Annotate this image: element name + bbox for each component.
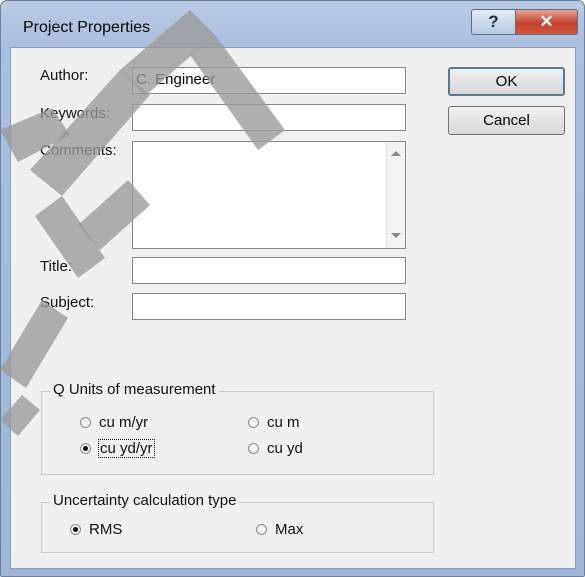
title-field[interactable] (132, 257, 406, 284)
radio-cu-yd[interactable]: cu yd (248, 440, 303, 457)
comments-scrollbar[interactable] (386, 142, 405, 248)
radio-max[interactable]: Max (256, 521, 303, 538)
author-field[interactable]: C. Engineer (132, 67, 406, 94)
author-label: Author: (40, 67, 89, 84)
units-of-measurement-group: Q Units of measurement cu m/yr cu m cu y… (41, 381, 434, 475)
radio-button-checked-icon[interactable] (80, 443, 91, 454)
title-label: Title: (40, 258, 72, 275)
radio-cu-m[interactable]: cu m (248, 414, 300, 431)
radio-label: cu m/yr (99, 414, 149, 431)
help-icon: ? (488, 12, 499, 31)
comments-label: Comments: (40, 142, 117, 159)
project-properties-window: Project Properties ? ✕ Author: C. Engine… (0, 0, 585, 577)
close-button[interactable]: ✕ (515, 9, 578, 35)
close-icon: ✕ (539, 12, 554, 31)
ok-button[interactable]: OK (448, 67, 565, 96)
keywords-field[interactable] (132, 104, 406, 131)
help-button[interactable]: ? (471, 9, 516, 35)
cancel-button[interactable]: Cancel (448, 106, 565, 135)
window-title: Project Properties (23, 19, 151, 36)
radio-button-icon[interactable] (248, 443, 259, 454)
radio-label: cu yd/yr (98, 439, 155, 458)
keywords-label: Keywords: (40, 105, 111, 122)
radio-button-icon[interactable] (248, 417, 259, 428)
radio-label: cu yd (267, 440, 303, 457)
radio-label: RMS (89, 521, 123, 538)
radio-button-icon[interactable] (256, 524, 267, 535)
radio-label: cu m (267, 414, 300, 431)
radio-cu-yd-yr[interactable]: cu yd/yr (80, 439, 155, 458)
dialog-client-area: Author: C. Engineer Keywords: Comments: … (10, 47, 576, 569)
subject-field[interactable] (132, 293, 406, 320)
comments-textarea[interactable] (132, 141, 406, 249)
radio-button-checked-icon[interactable] (70, 524, 81, 535)
radio-cu-m-yr[interactable]: cu m/yr (80, 414, 148, 431)
radio-button-icon[interactable] (80, 417, 91, 428)
subject-label: Subject: (40, 294, 95, 311)
units-group-legend: Q Units of measurement (50, 381, 219, 398)
title-bar[interactable]: Project Properties ? ✕ (1, 1, 585, 47)
scroll-down-arrow-icon[interactable] (391, 233, 401, 238)
scroll-up-arrow-icon[interactable] (391, 151, 401, 156)
uncertainty-calculation-group: Uncertainty calculation type RMS Max (41, 492, 434, 553)
radio-label: Max (275, 521, 304, 538)
uncertainty-group-legend: Uncertainty calculation type (50, 492, 240, 509)
radio-rms[interactable]: RMS (70, 521, 122, 538)
